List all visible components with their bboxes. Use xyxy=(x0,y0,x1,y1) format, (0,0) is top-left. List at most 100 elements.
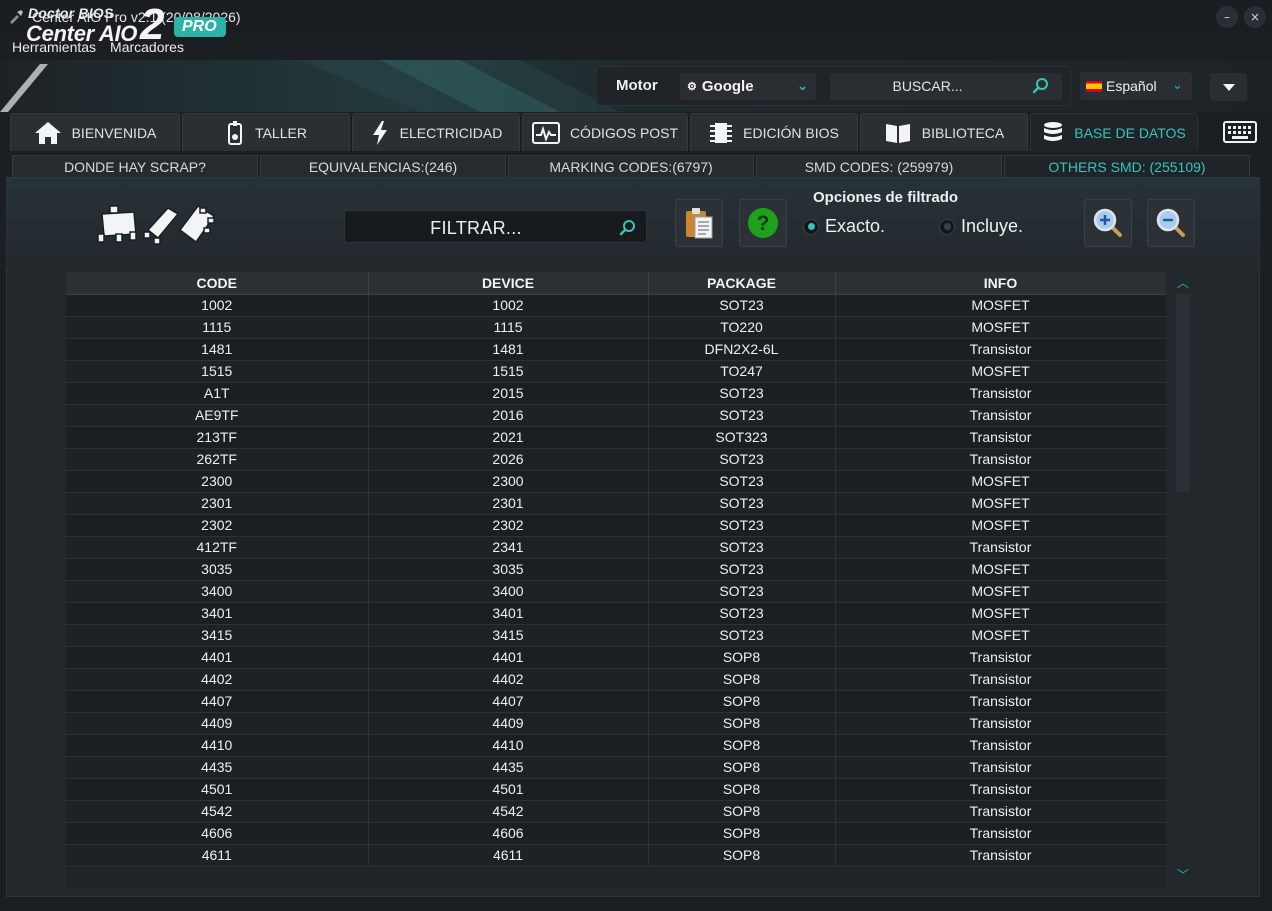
table-row[interactable]: AE9TF 2016 SOT23 Transistor xyxy=(66,404,1166,427)
table-row[interactable]: 4410 4410 SOP8 Transistor xyxy=(66,734,1166,757)
cell-device: 1115 xyxy=(368,316,649,339)
table-row[interactable]: 4401 4401 SOP8 Transistor xyxy=(66,646,1166,669)
tab-base-de-datos[interactable]: BASE DE DATOS xyxy=(1030,113,1198,151)
cell-device: 4402 xyxy=(368,668,649,691)
more-menu-button[interactable] xyxy=(1210,73,1247,101)
subtab-smd-codes[interactable]: SMD CODES: (259979) xyxy=(756,155,1002,177)
cell-code: 4542 xyxy=(66,800,369,823)
table-row[interactable]: 1515 1515 TO247 MOSFET xyxy=(66,360,1166,383)
table-row[interactable]: 4606 4606 SOP8 Transistor xyxy=(66,822,1166,845)
tab-label: BIBLIOTECA xyxy=(921,124,1005,141)
cell-code: 1115 xyxy=(66,316,369,339)
cell-device: 2341 xyxy=(368,536,649,559)
cell-package: SOP8 xyxy=(648,668,836,691)
subtab-marking-codes[interactable]: MARKING CODES:(6797) xyxy=(508,155,754,177)
column-header-code[interactable]: CODE xyxy=(66,272,369,295)
table-row[interactable]: 3401 3401 SOT23 MOSFET xyxy=(66,602,1166,625)
cell-code: 4407 xyxy=(66,690,369,713)
radio-exacto[interactable]: Exacto. xyxy=(803,216,885,237)
cell-package: SOP8 xyxy=(648,712,836,735)
filter-input[interactable]: FILTRAR... xyxy=(344,210,647,243)
table-row[interactable]: 4407 4407 SOP8 Transistor xyxy=(66,690,1166,713)
table-row[interactable]: 4409 4409 SOP8 Transistor xyxy=(66,712,1166,735)
smd-table: CODE DEVICE PACKAGE INFO 1002 1002 SOT23 MO… xyxy=(66,272,1166,867)
paste-button[interactable] xyxy=(675,199,723,247)
scroll-up-icon[interactable]: ︿ xyxy=(1177,274,1189,291)
table-row[interactable]: 2301 2301 SOT23 MOSFET xyxy=(66,492,1166,515)
table-row[interactable]: 4402 4402 SOP8 Transistor xyxy=(66,668,1166,691)
table-row[interactable]: 2302 2302 SOT23 MOSFET xyxy=(66,514,1166,537)
cell-code: 4402 xyxy=(66,668,369,691)
subtab-others-smd[interactable]: OTHERS SMD: (255109) xyxy=(1004,155,1250,177)
cell-device: 4401 xyxy=(368,646,649,669)
radio-incluye[interactable]: Incluye. xyxy=(939,216,1023,237)
search-icon[interactable] xyxy=(1032,77,1050,95)
lightning-icon xyxy=(372,120,387,145)
table-row[interactable]: 3415 3415 SOT23 MOSFET xyxy=(66,624,1166,647)
tab-edicion-bios[interactable]: EDICIÓN BIOS xyxy=(690,113,858,151)
cell-info: Transistor xyxy=(835,404,1166,427)
table-row[interactable]: 4542 4542 SOP8 Transistor xyxy=(66,800,1166,823)
cell-device: 4606 xyxy=(368,822,649,845)
cell-package: SOP8 xyxy=(648,800,836,823)
table-row[interactable]: 4501 4501 SOP8 Transistor xyxy=(66,778,1166,801)
table-row[interactable]: 4611 4611 SOP8 Transistor xyxy=(66,844,1166,867)
cell-package: SOT23 xyxy=(648,580,836,603)
cell-info: MOSFET xyxy=(835,624,1166,647)
column-header-package[interactable]: PACKAGE xyxy=(648,272,836,295)
help-button[interactable]: ? xyxy=(739,199,787,247)
cell-code: 4501 xyxy=(66,778,369,801)
cell-package: SOP8 xyxy=(648,646,836,669)
table-row[interactable]: 2300 2300 SOT23 MOSFET xyxy=(66,470,1166,493)
main-tabs: BIENVENIDA TALLER ELECTRICIDAD CÓDIGOS P… xyxy=(10,113,1200,151)
subtab-equivalencias[interactable]: EQUIVALENCIAS:(246) xyxy=(260,155,506,177)
cell-code: 4401 xyxy=(66,646,369,669)
cell-code: 2301 xyxy=(66,492,369,515)
cell-info: MOSFET xyxy=(835,294,1166,317)
tab-bienvenida[interactable]: BIENVENIDA xyxy=(10,113,180,151)
scroll-down-icon[interactable]: ﹀ xyxy=(1177,866,1189,883)
language-select[interactable]: Español ⌄ xyxy=(1080,72,1192,100)
table-row[interactable]: 213TF 2021 SOT323 Transistor xyxy=(66,426,1166,449)
brand-line2: Center AIO xyxy=(26,21,138,46)
scrollbar-thumb[interactable] xyxy=(1176,294,1190,492)
tab-electricidad[interactable]: ELECTRICIDAD xyxy=(352,113,520,151)
tab-codigos-post[interactable]: CÓDIGOS POST xyxy=(522,113,688,151)
cell-device: 2021 xyxy=(368,426,649,449)
table-row[interactable]: 3400 3400 SOT23 MOSFET xyxy=(66,580,1166,603)
cell-info: Transistor xyxy=(835,844,1166,867)
web-search-input[interactable]: BUSCAR... xyxy=(830,73,1062,100)
table-row[interactable]: 1115 1115 TO220 MOSFET xyxy=(66,316,1166,339)
zoom-in-button[interactable] xyxy=(1084,199,1132,247)
sub-tabs: DONDE HAY SCRAP? EQUIVALENCIAS:(246) MAR… xyxy=(12,155,1252,177)
cell-info: Transistor xyxy=(835,734,1166,757)
tab-taller[interactable]: TALLER xyxy=(182,113,350,151)
keyboard-button[interactable] xyxy=(1218,116,1262,148)
search-engine-select[interactable]: ⚙ Google ⌄ xyxy=(680,73,816,100)
cell-code: 3035 xyxy=(66,558,369,581)
cell-info: Transistor xyxy=(835,536,1166,559)
table-row[interactable]: 412TF 2341 SOT23 Transistor xyxy=(66,536,1166,559)
smd-components-icon xyxy=(97,204,216,245)
column-header-info[interactable]: INFO xyxy=(835,272,1166,295)
table-row[interactable]: 4435 4435 SOP8 Transistor xyxy=(66,756,1166,779)
zoom-out-button[interactable] xyxy=(1147,199,1195,247)
cell-device: 1481 xyxy=(368,338,649,361)
search-icon[interactable] xyxy=(619,219,637,237)
minimize-button[interactable]: – xyxy=(1216,6,1238,28)
help-icon: ? xyxy=(748,208,778,238)
vertical-scrollbar[interactable]: ︿ ﹀ xyxy=(1172,272,1194,886)
table-row[interactable]: 1002 1002 SOT23 MOSFET xyxy=(66,294,1166,317)
table-row[interactable]: 262TF 2026 SOT23 Transistor xyxy=(66,448,1166,471)
tab-label: CÓDIGOS POST xyxy=(569,124,679,141)
subtab-donde-hay-scrap[interactable]: DONDE HAY SCRAP? xyxy=(12,155,258,177)
table-row[interactable]: A1T 2015 SOT23 Transistor xyxy=(66,382,1166,405)
table-row[interactable]: 1481 1481 DFN2X2-6L Transistor xyxy=(66,338,1166,361)
table-row[interactable]: 3035 3035 SOT23 MOSFET xyxy=(66,558,1166,581)
radio-indicator xyxy=(803,218,819,235)
column-header-device[interactable]: DEVICE xyxy=(368,272,649,295)
cell-code: 4409 xyxy=(66,712,369,735)
tab-biblioteca[interactable]: BIBLIOTECA xyxy=(860,113,1028,151)
cell-info: MOSFET xyxy=(835,316,1166,339)
close-button[interactable]: × xyxy=(1244,6,1266,28)
